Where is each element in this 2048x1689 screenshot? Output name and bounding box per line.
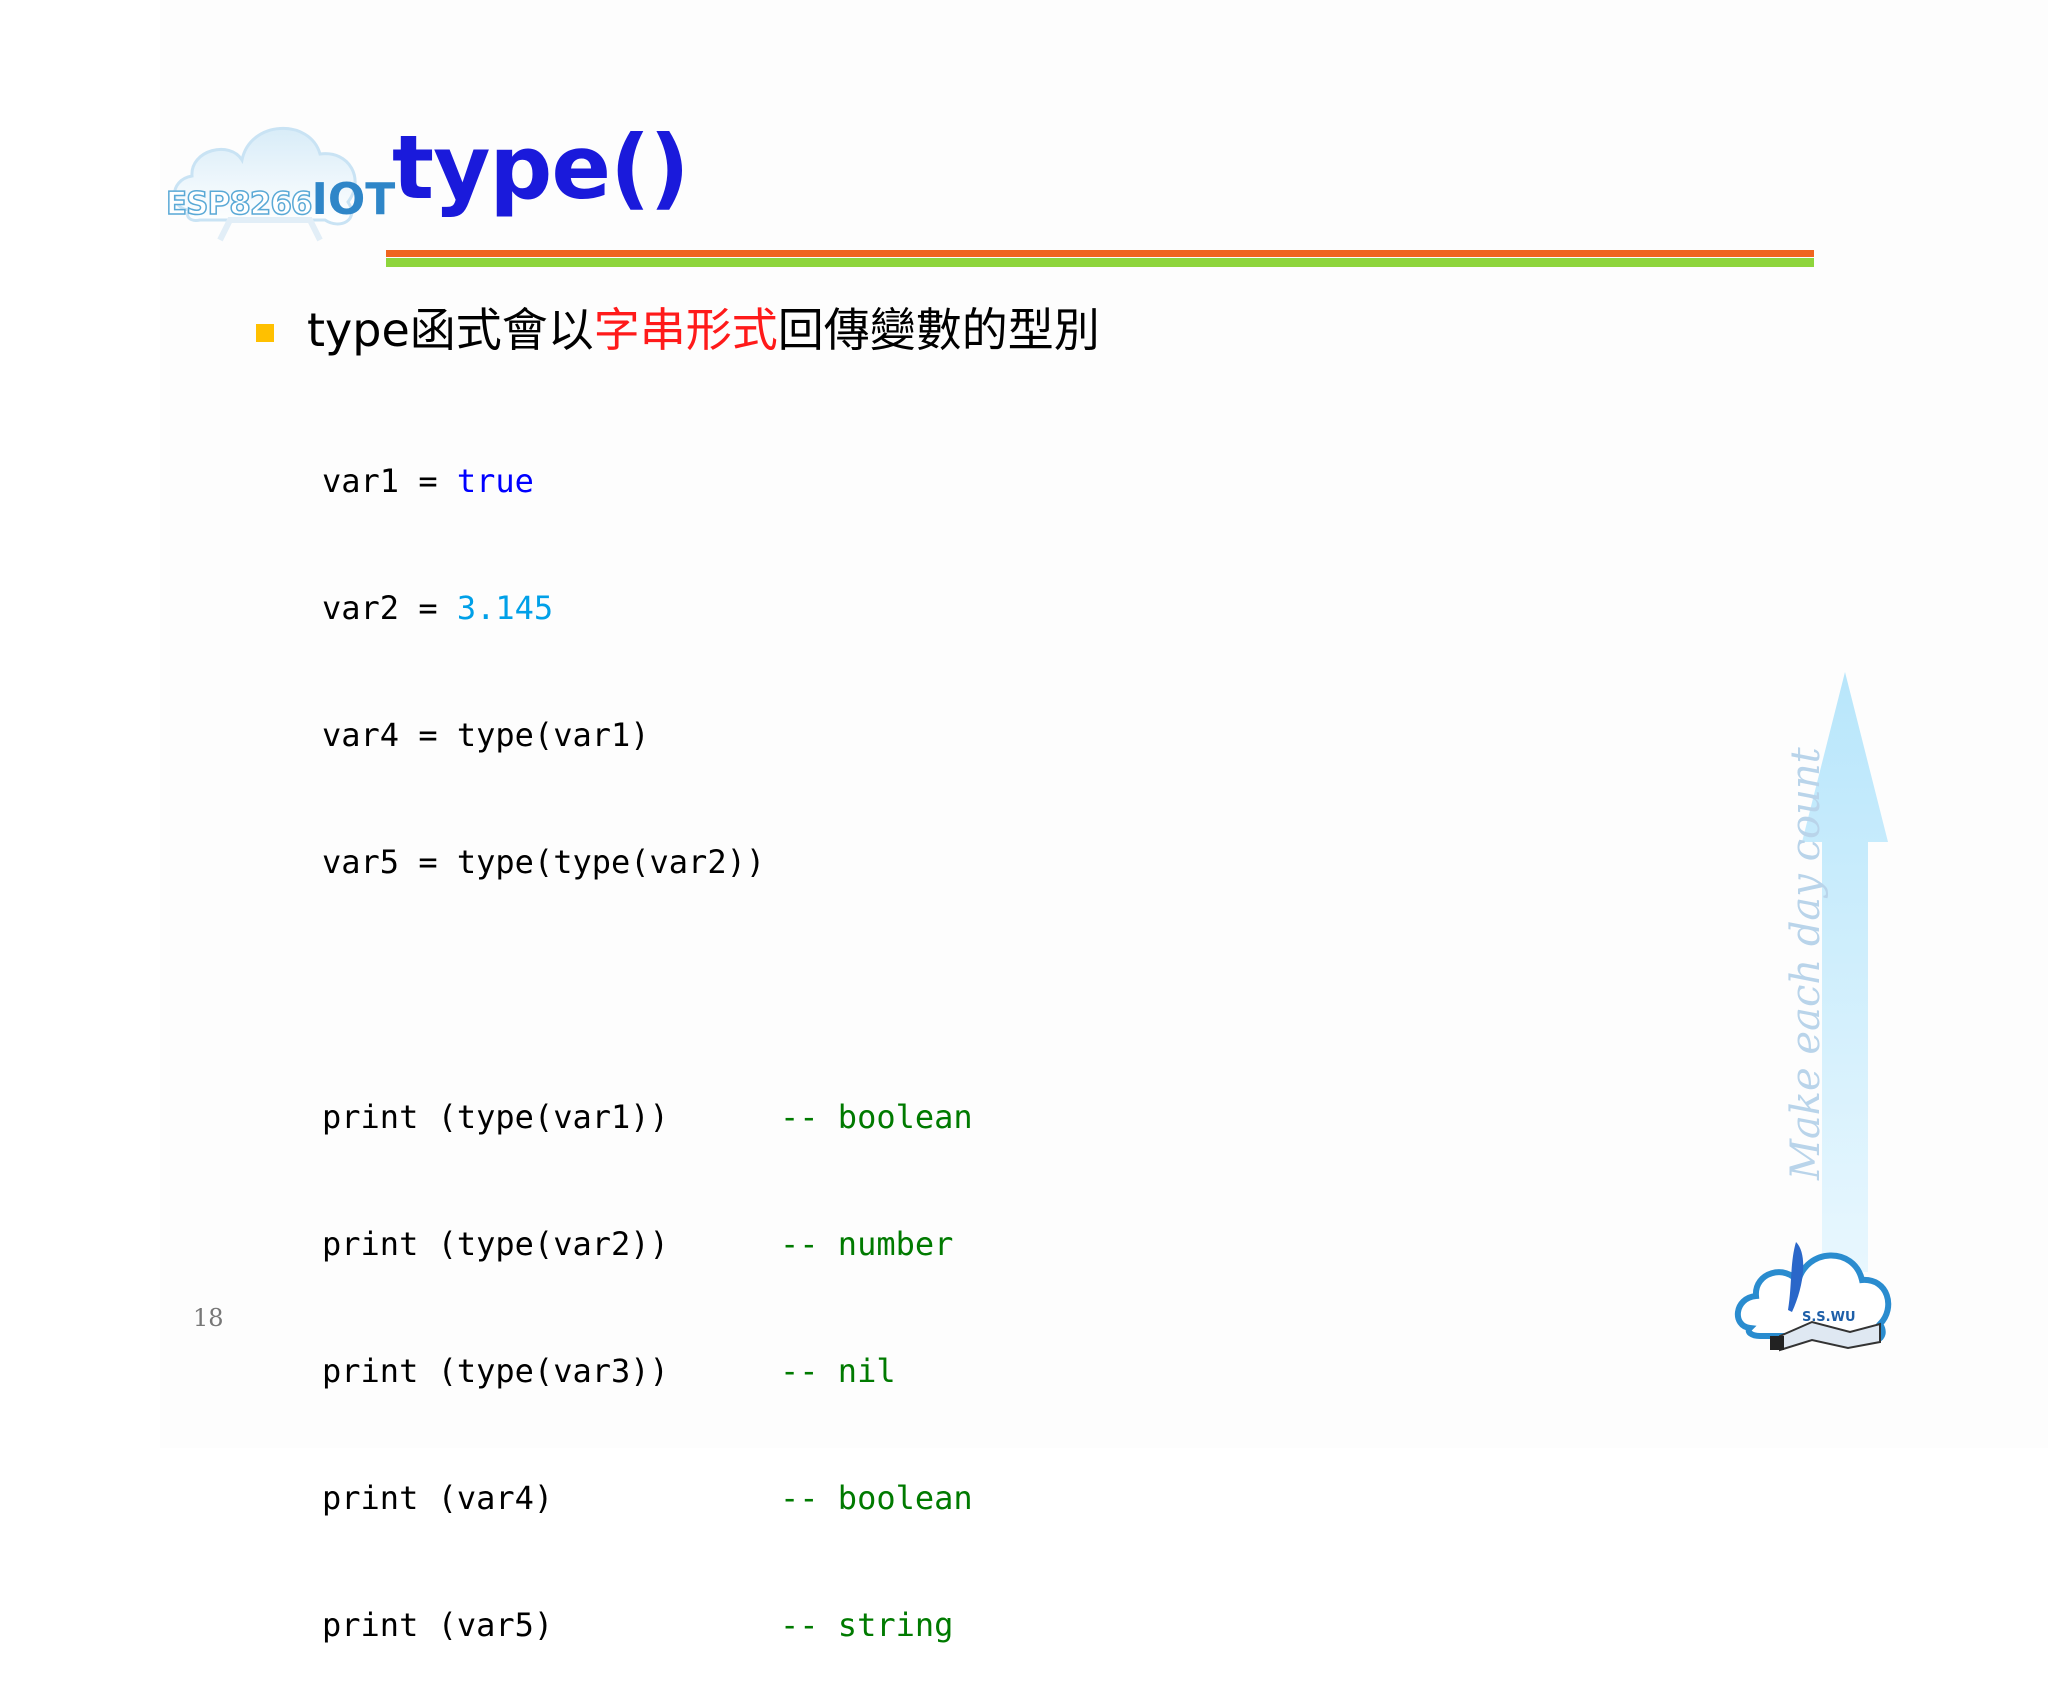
cloud-book-icon <box>1734 1242 1892 1352</box>
code-comment: -- string <box>780 1606 954 1644</box>
code-line: var2 = 3.145 <box>322 589 554 627</box>
code-comment: -- boolean <box>780 1098 973 1136</box>
page-number: 18 <box>193 1304 224 1332</box>
bullet-text: type函式會以字串形式回傳變數的型別 <box>307 300 1100 360</box>
title-rule-green <box>386 258 1814 267</box>
code-line: print (type(var2)) -- number <box>322 1219 953 1270</box>
code-line: print (type(var3)) -- nil <box>322 1346 896 1397</box>
bullet-text-suffix: 回傳變數的型別 <box>777 303 1100 357</box>
logo-label: ESP8266IOT <box>165 174 396 225</box>
code-line: var1 = true <box>322 462 534 500</box>
arrow-caption: Make each day count <box>1783 747 1829 1180</box>
code-comment: -- boolean <box>780 1479 973 1517</box>
code-comment: -- nil <box>780 1352 896 1390</box>
esp8266-iot-logo: ESP8266IOT <box>160 110 395 250</box>
bullet-square-icon <box>256 324 274 342</box>
code-line: print (var4) -- boolean <box>322 1473 973 1524</box>
author-logo-label: S.S.WU <box>1802 1310 1856 1325</box>
title-rule-orange <box>386 250 1814 257</box>
bullet-text-highlight: 字串形式 <box>593 303 778 357</box>
code-line: var5 = type(type(var2)) <box>322 843 766 881</box>
code-line: print (var5) -- string <box>322 1600 953 1651</box>
slide-title: type() <box>392 116 690 219</box>
code-comment: -- number <box>780 1225 954 1263</box>
code-block: var1 = true var2 = 3.145 var4 = type(var… <box>322 380 973 1689</box>
code-keyword: true <box>456 462 534 500</box>
code-number: 3.145 <box>456 589 554 627</box>
code-line: print (type(var1)) -- boolean <box>322 1092 973 1143</box>
code-line: var4 = type(var1) <box>322 716 650 754</box>
author-logo: S.S.WU <box>1730 1236 1894 1356</box>
bullet-text-prefix: type函式會以 <box>307 303 594 357</box>
